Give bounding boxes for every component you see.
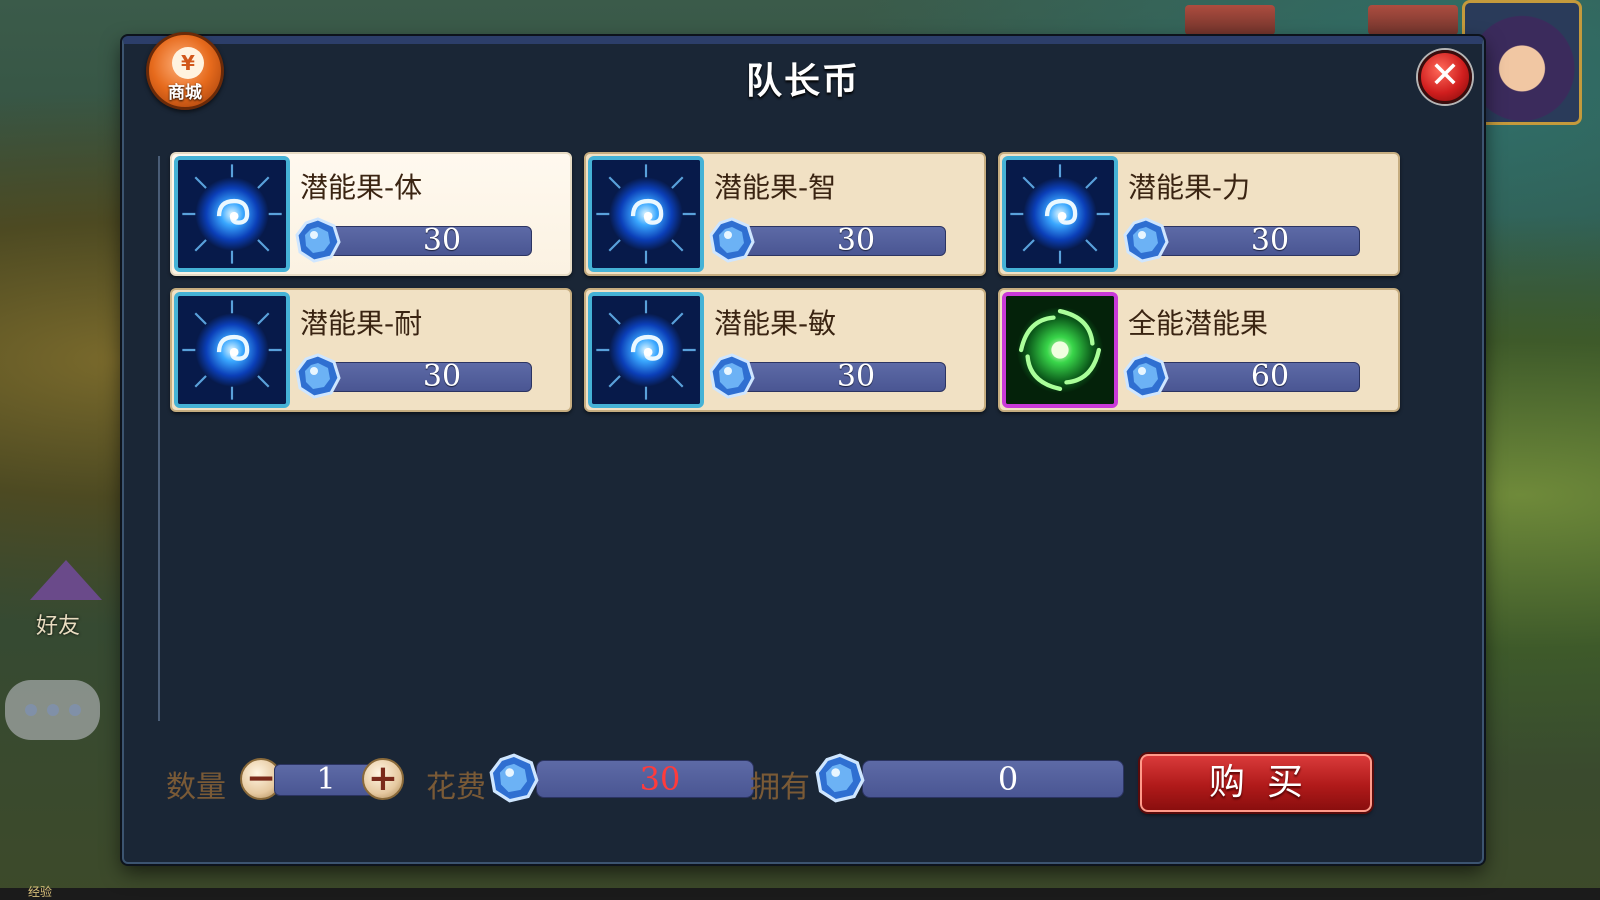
shop-item-card[interactable]: 潜能果-耐 30 (170, 288, 572, 412)
gem-currency-icon (708, 352, 756, 400)
owned-label: 拥有 (750, 770, 810, 805)
gem-currency-icon (1122, 352, 1170, 400)
buy-button[interactable]: 购买 (1140, 754, 1372, 812)
blue-potential-fruit-icon (588, 156, 704, 272)
item-price: 30 (1150, 226, 1360, 256)
gem-currency-icon (708, 216, 756, 264)
item-price: 30 (736, 362, 946, 392)
shop-item-card[interactable]: 潜能果-力 30 (998, 152, 1400, 276)
quantity-plus-button[interactable]: + (362, 758, 404, 800)
gem-currency-icon (814, 752, 866, 804)
friend-hat-icon (30, 560, 102, 600)
dialog-title: 队长币 (745, 61, 860, 102)
gem-currency-icon (1122, 216, 1170, 264)
item-name: 潜能果-智 (714, 171, 837, 204)
friend-button-bg: 好友 (18, 560, 113, 640)
shop-item-card[interactable]: 潜能果-敏 30 (584, 288, 986, 412)
green-all-potential-fruit-icon (1002, 292, 1118, 408)
blue-potential-fruit-icon (588, 292, 704, 408)
scroll-track (158, 156, 160, 721)
item-price: 30 (736, 226, 946, 256)
gem-currency-icon (488, 752, 540, 804)
cost-label: 花费 (426, 770, 486, 805)
exp-bar (0, 888, 1600, 900)
cost-value: 30 (536, 760, 754, 798)
blue-potential-fruit-icon (1002, 156, 1118, 272)
item-name: 全能潜能果 (1128, 307, 1269, 340)
item-price: 60 (1150, 362, 1360, 392)
item-name: 潜能果-敏 (714, 307, 837, 340)
gem-currency-icon (294, 216, 342, 264)
close-button[interactable]: ✕ (1418, 50, 1472, 104)
owned-value: 0 (862, 760, 1124, 798)
shop-item-card[interactable]: 全能潜能果 60 (998, 288, 1400, 412)
purchase-bar: 数量 − 1 + 花费 30 拥有 0 购买 (124, 744, 1482, 824)
friend-label: 好友 (36, 614, 81, 639)
shop-item-card[interactable]: 潜能果-体 30 (170, 152, 572, 276)
quantity-label: 数量 (166, 770, 226, 805)
bg-status-bar (1185, 5, 1275, 35)
bg-status-bar-2 (1368, 5, 1458, 35)
item-name: 潜能果-体 (300, 171, 423, 204)
blue-potential-fruit-icon (174, 292, 290, 408)
item-name: 潜能果-耐 (300, 307, 423, 340)
item-price: 30 (322, 226, 532, 256)
item-price: 30 (322, 362, 532, 392)
exp-label: 经验 (28, 885, 53, 899)
shop-item-card[interactable]: 潜能果-智 30 (584, 152, 986, 276)
item-name: 潜能果-力 (1128, 171, 1251, 204)
chat-bubble-icon (5, 680, 100, 740)
blue-potential-fruit-icon (174, 156, 290, 272)
shop-dialog: ¥ 商城 队长币 ✕ 潜能果-体 30 潜能果-智 30 潜能果-力 30 潜能果-耐 30 潜… (122, 32, 1484, 864)
gem-currency-icon (294, 352, 342, 400)
